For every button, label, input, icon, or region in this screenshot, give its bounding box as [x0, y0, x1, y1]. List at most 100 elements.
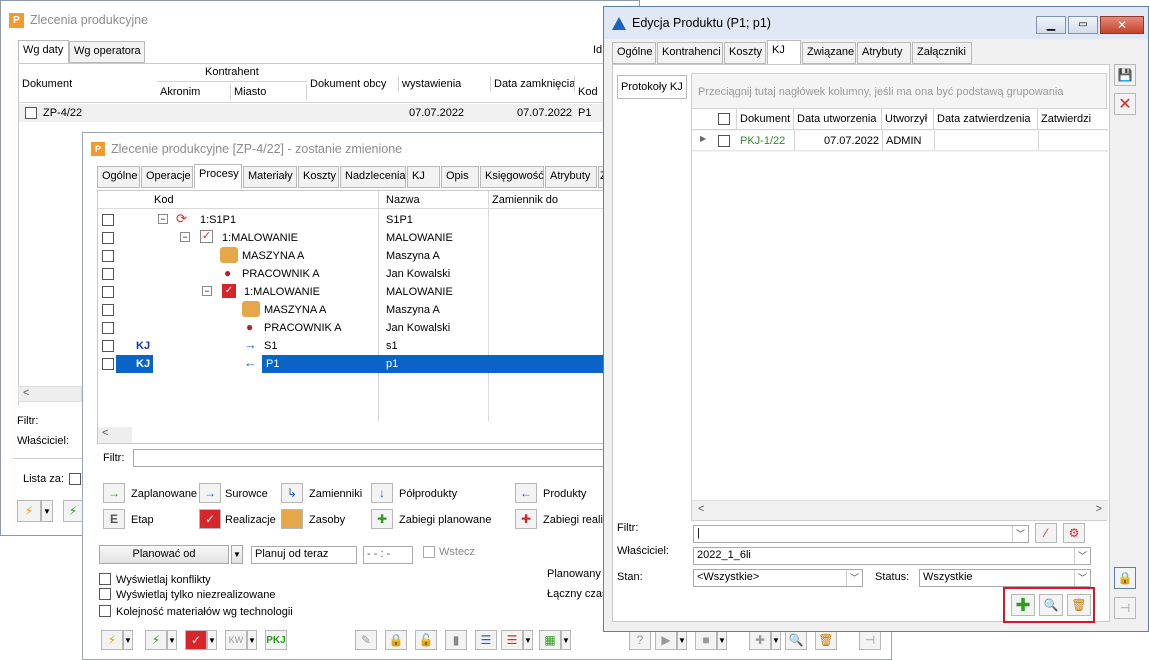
col-data-zamkniecia[interactable]: Data zamknięcia: [491, 76, 575, 92]
trash-icon[interactable]: 🗑: [815, 630, 837, 650]
tool-icon[interactable]: ✎: [355, 630, 377, 650]
tree-row[interactable]: KJ → S1 s1: [98, 337, 598, 355]
planowac-od-dropdown[interactable]: ▼: [231, 545, 243, 564]
col-zatwierdzil[interactable]: Zatwierdzi: [1038, 109, 1108, 129]
tree-row[interactable]: − ⟳ 1:S1P1 S1P1: [98, 211, 598, 229]
col-kod[interactable]: Kod: [154, 194, 174, 206]
tab-ogolne[interactable]: Ogólne: [97, 166, 140, 188]
protokoly-kj-tab[interactable]: Protokoły KJ: [617, 75, 687, 99]
col-dokument-obcy[interactable]: Dokument obcy: [307, 76, 399, 92]
tree-row[interactable]: MASZYNA A Maszyna A: [98, 301, 598, 319]
tree-row[interactable]: − ✓ 1:MALOWANIE MALOWANIE: [98, 283, 598, 301]
tab-kj[interactable]: KJ: [767, 40, 801, 65]
kw-icon[interactable]: KW: [225, 630, 247, 650]
scroll-right-icon[interactable]: >: [1096, 503, 1102, 515]
tab-operacje[interactable]: Operacje: [141, 166, 193, 188]
tree-row[interactable]: MASZYNA A Maszyna A: [98, 247, 598, 265]
dropdown-arrow-icon[interactable]: ▼: [717, 630, 727, 650]
lightning-orange-icon[interactable]: ⚡: [17, 500, 41, 522]
search-button[interactable]: 🔍: [1039, 594, 1063, 616]
delete-button[interactable]: 🗑: [1067, 594, 1091, 616]
row-checkbox[interactable]: [102, 250, 114, 262]
tab-zalaczniki[interactable]: Załączniki: [912, 42, 972, 64]
pin-icon[interactable]: ⊣: [859, 630, 881, 650]
tab-kj[interactable]: KJ: [407, 166, 440, 188]
pkj-icon[interactable]: PKJ: [265, 630, 287, 650]
grid-hscroll[interactable]: < >: [692, 500, 1108, 520]
col-data-utworzenia[interactable]: Data utworzenia: [794, 109, 882, 129]
tree-row[interactable]: ● PRACOWNIK A Jan Kowalski: [98, 319, 598, 337]
row-expand-icon[interactable]: ▶: [700, 134, 706, 143]
lightning-orange-icon[interactable]: ⚡: [101, 630, 123, 650]
row-checkbox[interactable]: [25, 107, 37, 119]
row-checkbox[interactable]: [102, 304, 114, 316]
tab-wg-operatora[interactable]: Wg operatora: [69, 41, 145, 63]
add-gray-icon[interactable]: ✚: [749, 630, 771, 650]
dropdown-arrow-icon[interactable]: ▼: [207, 630, 217, 650]
status-select[interactable]: Wszystkie ﹀: [919, 569, 1091, 587]
group-hint[interactable]: Przeciągnij tutaj nagłówek kolumny, jeśl…: [698, 86, 1063, 98]
pin-icon[interactable]: ⊣: [1114, 597, 1136, 619]
clear-filter-icon[interactable]: ⁄: [1035, 523, 1057, 543]
col-kontrahent[interactable]: Kontrahent: [205, 66, 259, 78]
col-nazwa[interactable]: Nazwa: [386, 194, 420, 206]
tree-row[interactable]: − ✓ 1:MALOWANIE MALOWANIE: [98, 229, 598, 247]
tree-row-selected[interactable]: KJ ← P1 p1: [98, 355, 608, 373]
add-button[interactable]: ✚: [1011, 594, 1035, 616]
grid-view-icon[interactable]: ☰: [475, 630, 497, 650]
scroll-left-icon[interactable]: <: [698, 503, 704, 515]
row-checkbox[interactable]: [718, 135, 730, 147]
konflikty-checkbox[interactable]: [99, 573, 111, 585]
chevron-down-icon[interactable]: ﹀: [846, 570, 862, 586]
lightning-green-icon[interactable]: ⚡: [145, 630, 167, 650]
tab-ogolne[interactable]: Ogólne: [612, 42, 656, 64]
gantt-icon[interactable]: ☰: [501, 630, 523, 650]
minimize-button[interactable]: ▁: [1036, 16, 1066, 34]
tab-koszty[interactable]: Koszty: [724, 42, 766, 64]
chart-icon[interactable]: ▦: [539, 630, 561, 650]
info-icon[interactable]: ?: [629, 630, 651, 650]
play-icon[interactable]: ▶: [655, 630, 677, 650]
tree-hscroll[interactable]: <: [98, 427, 132, 443]
row-checkbox[interactable]: [102, 286, 114, 298]
lightning-green-icon[interactable]: ⚡: [63, 500, 83, 522]
kolejnosc-checkbox[interactable]: [99, 605, 111, 617]
dropdown-arrow-icon[interactable]: ▼: [123, 630, 133, 650]
col-utworzyl[interactable]: Utworzył: [882, 109, 934, 129]
dropdown-arrow-icon[interactable]: ▼: [771, 630, 781, 650]
row-checkbox[interactable]: [102, 232, 114, 244]
stop-icon[interactable]: ■: [695, 630, 717, 650]
maximize-button[interactable]: ▭: [1068, 16, 1098, 34]
zlecenia-titlebar[interactable]: P Zlecenia produkcyjne: [1, 1, 639, 39]
realization-icon[interactable]: ✓: [185, 630, 207, 650]
chevron-down-icon[interactable]: ﹀: [1012, 526, 1028, 542]
cancel-button[interactable]: ✕: [1114, 93, 1136, 115]
tab-opis[interactable]: Opis: [441, 166, 479, 188]
dropdown-arrow-icon[interactable]: ▼: [561, 630, 571, 650]
row-checkbox[interactable]: [102, 322, 114, 334]
row-dokument[interactable]: PKJ-1/22: [740, 135, 785, 147]
tab-ksiegowosc[interactable]: Księgowość: [480, 166, 544, 188]
table-row[interactable]: ▶ PKJ-1/22 07.07.2022 ADMIN: [692, 131, 1108, 151]
unlock-icon[interactable]: 🔓: [415, 630, 437, 650]
close-button[interactable]: ✕: [1100, 16, 1144, 34]
tab-zwiazane[interactable]: Związane: [802, 42, 856, 64]
col-akronim[interactable]: Akronim: [157, 84, 231, 100]
search-icon[interactable]: 🔍: [785, 630, 807, 650]
table-row[interactable]: ZP-4/22 07.07.2022 07.07.2022 P1: [19, 104, 639, 122]
tab-procesy[interactable]: Procesy: [194, 164, 242, 189]
chevron-down-icon[interactable]: ﹀: [1074, 570, 1090, 586]
tree-row[interactable]: ● PRACOWNIK A Jan Kowalski: [98, 265, 598, 283]
collapse-icon[interactable]: −: [180, 232, 190, 242]
col-miasto[interactable]: Miasto: [231, 84, 307, 100]
lock-icon[interactable]: 🔒: [385, 630, 407, 650]
dropdown-arrow-icon[interactable]: ▼: [167, 630, 177, 650]
col-data-zatwierdzenia[interactable]: Data zatwierdzenia: [934, 109, 1038, 129]
tab-atrybuty[interactable]: Atrybuty: [857, 42, 911, 64]
collapse-icon[interactable]: −: [202, 286, 212, 296]
filter-settings-icon[interactable]: ⚙: [1063, 523, 1085, 543]
niezrealizowane-checkbox[interactable]: [99, 588, 111, 600]
zlecenia-hscroll[interactable]: <: [18, 386, 82, 402]
col-dokument[interactable]: Dokument: [736, 109, 794, 129]
tab-wg-daty[interactable]: Wg daty: [18, 40, 69, 63]
